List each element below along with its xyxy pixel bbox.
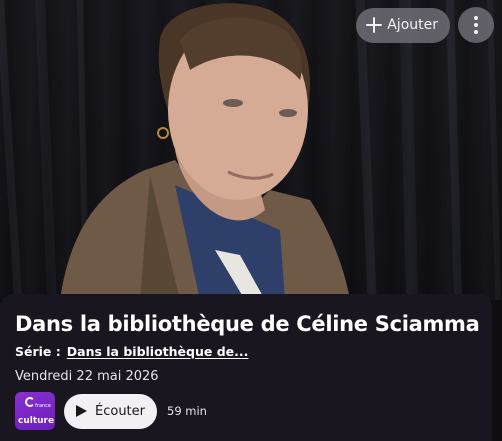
station-logo-brand: culture [18,416,55,426]
series-line: Série : Dans la bibliothèque de... [15,344,476,359]
episode-title: Dans la bibliothèque de Céline Sciamma [15,312,480,336]
episode-duration: 59 min [167,404,207,418]
top-actions: Ajouter [356,7,494,43]
episode-card: Ajouter Dans la bibliothèque de Céline S… [0,0,502,441]
episode-date: Vendredi 22 mai 2026 [15,369,159,384]
episode-cover-image [0,0,502,300]
add-button[interactable]: Ajouter [356,7,450,43]
more-vertical-icon [474,16,478,34]
portrait-illustration [0,0,502,300]
france-culture-logo[interactable]: france culture [15,392,55,430]
listen-button-label: Écouter [95,403,145,419]
series-link[interactable]: Dans la bibliothèque de... [67,344,249,359]
add-button-label: Ajouter [387,17,438,33]
station-logo-top: france [35,403,51,409]
episode-info-panel: Dans la bibliothèque de Céline Sciamma S… [0,294,492,441]
more-options-button[interactable] [458,7,494,43]
player-row: france culture Écouter 59 min [15,392,207,430]
series-label: Série : [15,344,61,359]
listen-button[interactable]: Écouter [64,393,157,429]
station-logo-mark [25,397,35,407]
play-icon [76,405,87,417]
plus-icon [366,17,383,33]
